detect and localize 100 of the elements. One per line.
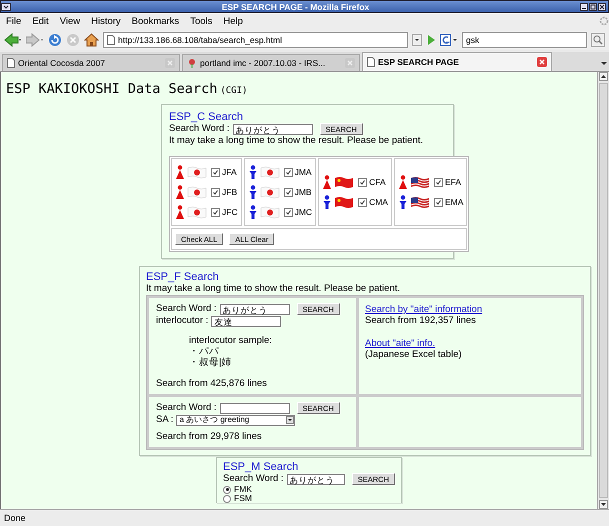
search-word-field[interactable]: ありがとう xyxy=(220,304,290,314)
check-icon xyxy=(436,180,441,184)
usa-flag-icon xyxy=(410,196,430,208)
field-label: interlocutor : xyxy=(156,315,208,327)
search-field[interactable]: gsk xyxy=(462,32,587,48)
search-engine-icon[interactable] xyxy=(440,34,458,46)
speaker-label: JFC xyxy=(222,207,238,217)
table-note: (Japanese Excel table) xyxy=(365,349,463,360)
check-icon xyxy=(213,170,218,174)
checkbox[interactable] xyxy=(284,208,293,216)
check-icon xyxy=(286,210,291,214)
section-title: ESP_C Search xyxy=(169,111,244,123)
sample-title: interlocutor sample: xyxy=(189,335,273,346)
menu-item[interactable]: Bookmarks xyxy=(132,16,180,26)
option-label: FSM xyxy=(234,494,252,503)
field-label: Search Word : xyxy=(156,303,217,315)
field-label: Search Word : xyxy=(169,123,230,135)
checkbox[interactable] xyxy=(211,168,220,176)
speaker-label: EMA xyxy=(444,197,464,207)
page-heading: ESP KAKIOKOSHI Data Search xyxy=(6,81,218,97)
speaker-label: EFA xyxy=(444,177,462,187)
flower-icon xyxy=(187,58,197,68)
line-count: Search from 425,876 lines xyxy=(156,378,268,389)
speaker-label: CMA xyxy=(369,197,388,207)
about-aite-link[interactable]: About "aite" info. xyxy=(365,338,436,349)
maximize-icon[interactable] xyxy=(589,2,597,10)
radio-button[interactable] xyxy=(223,494,231,502)
page-icon xyxy=(7,58,15,68)
checkbox[interactable] xyxy=(358,198,368,206)
reload-icon[interactable] xyxy=(48,32,62,46)
search-word-field[interactable] xyxy=(220,402,290,414)
menu-item[interactable]: Help xyxy=(223,16,243,26)
japan-flag-icon xyxy=(260,206,280,218)
speaker-label: JMC xyxy=(294,207,312,217)
checkbox[interactable] xyxy=(211,208,220,216)
notice-text: It may take a long time to show the result. Please be patient. xyxy=(146,283,401,295)
woman-icon xyxy=(322,175,332,189)
china-flag-icon xyxy=(334,196,354,208)
notice-text: It may take a long time to show the result. Please be patient. xyxy=(169,135,424,147)
checkbox[interactable] xyxy=(211,188,220,196)
check-icon xyxy=(436,200,441,204)
checkbox[interactable] xyxy=(434,198,443,206)
menu-item[interactable]: File xyxy=(6,16,22,26)
line-count: Search from 29,978 lines xyxy=(156,431,263,442)
line-count: Search from 192,357 lines xyxy=(365,315,477,326)
scrollbar-thumb[interactable] xyxy=(599,83,608,498)
checkbox[interactable] xyxy=(284,168,293,176)
japan-flag-icon xyxy=(187,186,207,198)
sa-dropdown[interactable]: a あいさつ greeting xyxy=(176,414,296,426)
search-word-field[interactable]: ありがとう xyxy=(232,124,313,134)
window-title: ESP SEARCH PAGE - Mozilla Firefox xyxy=(220,2,370,12)
checkbox[interactable] xyxy=(434,178,443,186)
woman-icon xyxy=(398,175,408,189)
browser-tab[interactable]: portland imc - 2007.10.03 - IRS... xyxy=(182,54,360,71)
checkbox[interactable] xyxy=(358,178,368,186)
japan-flag-icon xyxy=(187,166,207,178)
dropdown-arrow-icon xyxy=(286,416,294,424)
radio-button[interactable] xyxy=(223,486,231,494)
speaker-label: JFB xyxy=(222,187,238,197)
speaker-label: CFA xyxy=(369,177,386,187)
speaker-label: JFA xyxy=(222,167,237,177)
search-icon[interactable] xyxy=(591,32,605,46)
check-icon xyxy=(213,210,218,214)
status-text: Done xyxy=(3,512,27,523)
woman-icon xyxy=(175,165,185,179)
field-label: Search Word : xyxy=(156,402,217,414)
close-icon[interactable] xyxy=(598,2,606,10)
menu-item[interactable]: Tools xyxy=(190,16,212,26)
throbber-icon xyxy=(599,16,609,26)
man-icon xyxy=(248,205,258,219)
option-label: FMK xyxy=(234,485,252,494)
section-title: ESP_F Search xyxy=(146,271,220,283)
check-icon xyxy=(360,200,366,204)
scroll-down-icon[interactable] xyxy=(599,500,608,509)
home-icon[interactable] xyxy=(84,32,99,46)
interlocutor-field[interactable]: 友達 xyxy=(211,316,282,326)
man-icon xyxy=(248,165,258,179)
browser-tab[interactable]: Oriental Cocosda 2007 xyxy=(2,54,180,71)
heading-note: (CGI) xyxy=(220,86,248,96)
section-title: ESP_M Search xyxy=(223,461,300,473)
checkbox[interactable] xyxy=(284,188,293,196)
sample-item: ・パパ xyxy=(189,346,220,357)
close-tab-icon[interactable] xyxy=(537,57,547,67)
back-icon[interactable] xyxy=(4,32,22,46)
man-icon xyxy=(322,195,332,209)
menu-item[interactable]: View xyxy=(60,16,80,26)
menu-item[interactable]: History xyxy=(91,16,121,26)
sample-item: ・叔母|姉 xyxy=(189,357,232,368)
menu-item[interactable]: Edit xyxy=(32,16,49,26)
field-label: SA : xyxy=(156,414,174,426)
aite-search-link[interactable]: Search by "aite" information xyxy=(365,304,482,315)
browser-tab[interactable]: ESP SEARCH PAGE xyxy=(362,52,552,71)
scroll-up-icon[interactable] xyxy=(599,72,608,81)
search-word-field[interactable]: ありがとう xyxy=(286,474,345,484)
page-icon xyxy=(367,57,375,67)
minimize-icon[interactable] xyxy=(580,2,588,10)
window-menu-icon[interactable] xyxy=(1,2,11,10)
address-field[interactable]: http://133.186.68.108/taba/search_esp.html xyxy=(103,32,408,48)
man-icon xyxy=(398,195,408,209)
speaker-label: JMA xyxy=(294,167,312,177)
